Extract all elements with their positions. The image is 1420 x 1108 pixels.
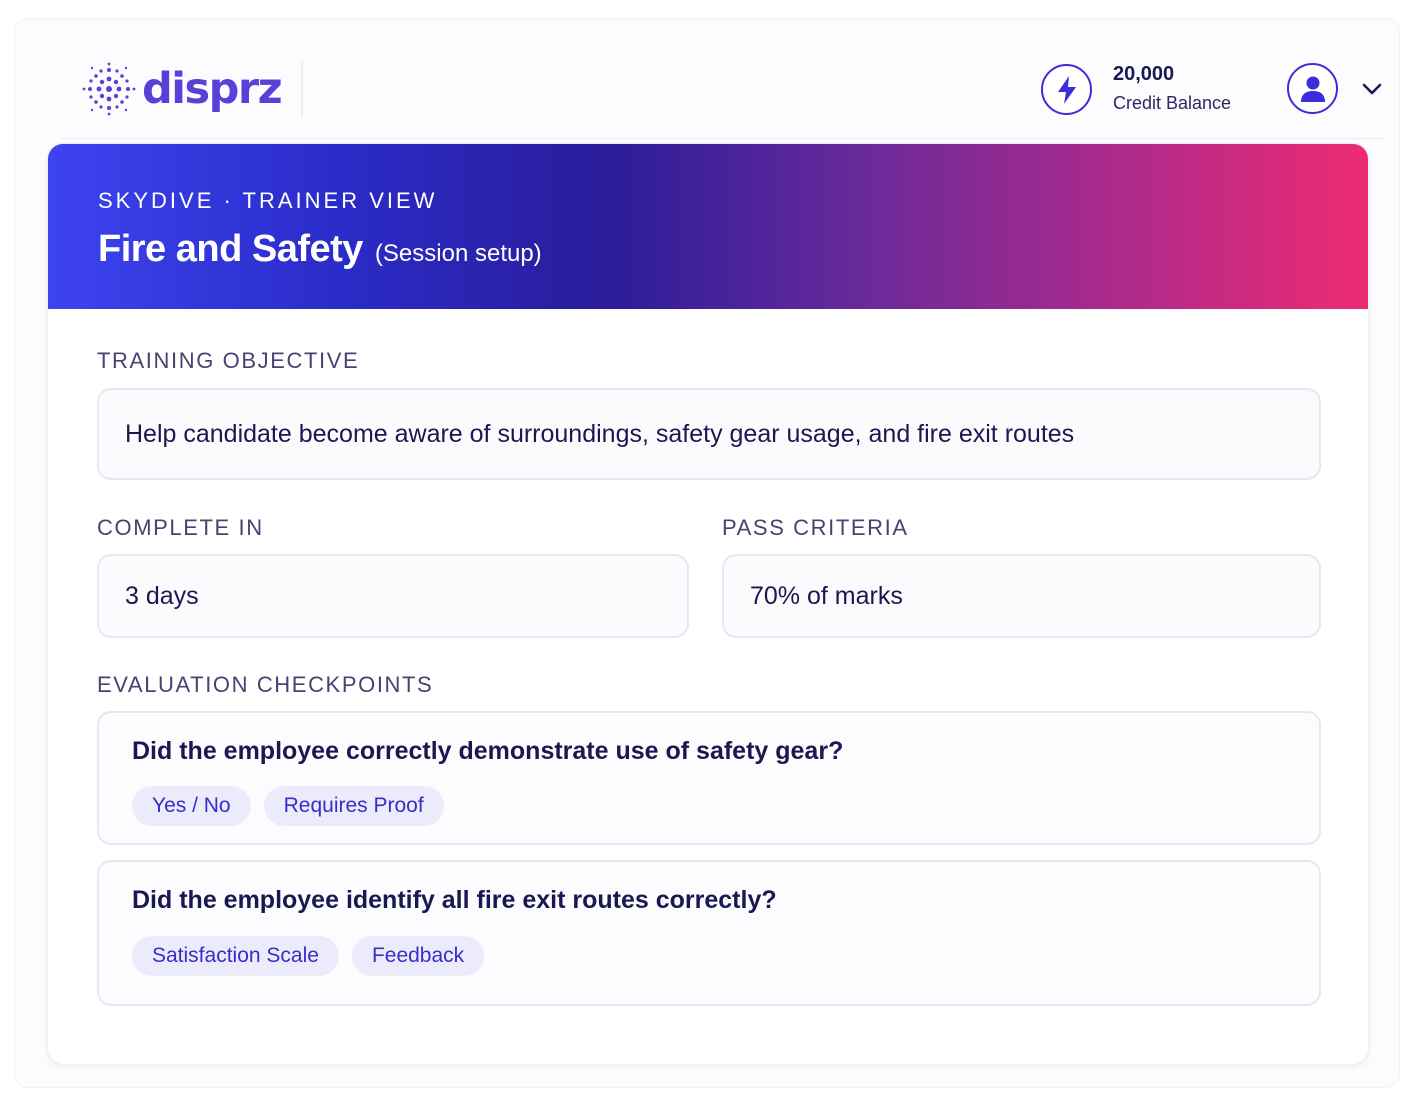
training-objective-field[interactable]: Help candidate become aware of surroundi… xyxy=(97,388,1321,480)
page-title: Fire and Safety (Session setup) xyxy=(98,228,542,271)
tag-feedback[interactable]: Feedback xyxy=(351,936,485,976)
pass-criteria-label: PASS CRITERIA xyxy=(722,515,909,540)
tag-satisfaction-scale[interactable]: Satisfaction Scale xyxy=(132,936,339,976)
training-objective-label: TRAINING OBJECTIVE xyxy=(97,348,360,373)
logo-text: disprz xyxy=(142,64,283,114)
session-setup-card: SKYDIVE · TRAINER VIEW Fire and Safety (… xyxy=(47,143,1369,1065)
pass-criteria-field[interactable]: 70% of marks xyxy=(722,554,1321,638)
session-subtitle: (Session setup) xyxy=(374,240,542,267)
header-divider xyxy=(301,61,303,117)
checkpoint-tags: Yes / No Requires Proof xyxy=(132,786,444,826)
checkpoint-tags: Satisfaction Scale Feedback xyxy=(132,936,485,976)
chevron-down-icon[interactable] xyxy=(1358,77,1386,101)
user-icon[interactable] xyxy=(1287,63,1338,114)
lightning-icon[interactable] xyxy=(1041,64,1092,115)
checkpoint-question: Did the employee identify all fire exit … xyxy=(132,886,777,914)
session-banner: SKYDIVE · TRAINER VIEW Fire and Safety (… xyxy=(48,144,1368,309)
complete-in-field[interactable]: 3 days xyxy=(97,554,689,638)
checkpoint-card[interactable]: Did the employee correctly demonstrate u… xyxy=(97,711,1321,845)
session-title: Fire and Safety xyxy=(98,228,363,270)
complete-in-label: COMPLETE IN xyxy=(97,515,264,540)
checkpoint-question: Did the employee correctly demonstrate u… xyxy=(132,737,844,765)
tag-yes-no[interactable]: Yes / No xyxy=(132,786,251,826)
disprz-logo[interactable]: disprz xyxy=(80,59,283,119)
checkpoint-card[interactable]: Did the employee identify all fire exit … xyxy=(97,860,1321,1006)
banner-eyebrow: SKYDIVE · TRAINER VIEW xyxy=(98,188,438,213)
logo-mark-icon xyxy=(82,62,136,116)
credit-amount: 20,000 xyxy=(1113,63,1175,85)
credit-label: Credit Balance xyxy=(1113,93,1232,113)
tag-requires-proof[interactable]: Requires Proof xyxy=(263,786,444,826)
evaluation-checkpoints-label: EVALUATION CHECKPOINTS xyxy=(97,672,434,697)
top-header: disprz 20,000 Credit Balance xyxy=(62,39,1384,139)
